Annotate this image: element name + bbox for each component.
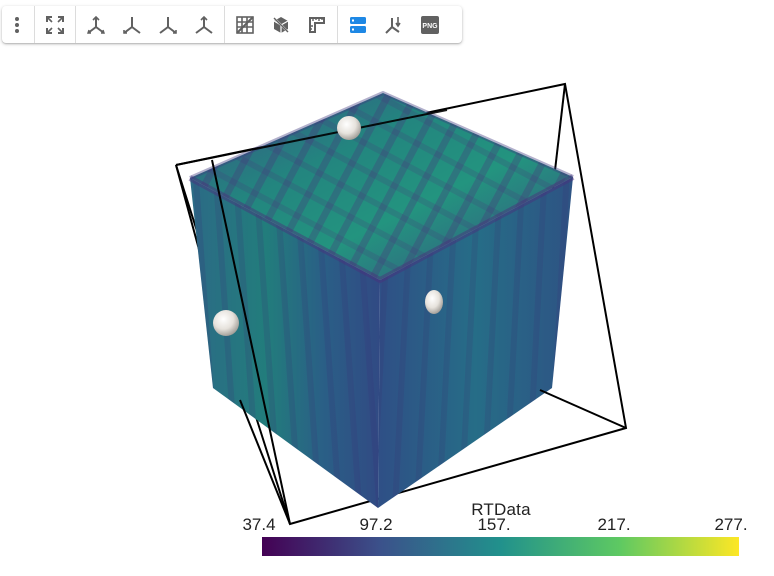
cube-icon — [272, 15, 290, 34]
ruler-icon — [309, 16, 325, 33]
colorbar-tick-label: 157. — [477, 515, 511, 534]
toolbar-divider — [337, 6, 338, 43]
orientation-axes-button[interactable] — [379, 10, 409, 40]
colorbar-icon — [350, 16, 366, 33]
widget-sphere-right — [425, 290, 443, 314]
view-y-minus-button[interactable] — [189, 10, 219, 40]
toggle-ruler-button[interactable] — [302, 10, 332, 40]
png-label: PNG — [422, 23, 438, 30]
view-toolbar: PNG — [2, 6, 462, 43]
view-x-minus-button[interactable] — [117, 10, 147, 40]
colorbar-tick-label: 277. — [714, 515, 748, 534]
fullscreen-arrows-icon — [46, 15, 64, 34]
toggle-outline-button[interactable] — [266, 10, 296, 40]
view-y-plus-button[interactable] — [153, 10, 183, 40]
colorbar-tick-label: 217. — [597, 515, 631, 534]
toolbar-divider — [34, 6, 35, 43]
colorbar-tick-label: 97.2 — [359, 515, 393, 534]
toggle-grid-button[interactable] — [230, 10, 260, 40]
render-view[interactable] — [0, 0, 774, 576]
png-icon: PNG — [421, 15, 439, 34]
vertical-dots-icon — [15, 16, 19, 33]
screenshot-png-button[interactable]: PNG — [415, 10, 445, 40]
widget-sphere-left — [213, 310, 239, 336]
view-x-plus-button[interactable] — [81, 10, 111, 40]
axis-triad-icon — [159, 16, 177, 34]
widget-sphere-top — [337, 116, 361, 140]
axis-triad-icon — [87, 15, 105, 34]
grid-icon — [236, 15, 254, 34]
colorbar-gradient — [262, 537, 739, 556]
toggle-colorbar-button[interactable] — [343, 10, 373, 40]
menu-button[interactable] — [5, 10, 29, 40]
axis-triad-icon — [123, 16, 141, 34]
colorbar-tick-label: 37.4 — [242, 515, 276, 534]
axes-arrow-icon — [385, 16, 401, 34]
toolbar-divider — [75, 6, 76, 43]
reset-camera-button[interactable] — [40, 10, 70, 40]
toolbar-divider — [224, 6, 225, 43]
rtdata-volume-cube — [188, 90, 575, 508]
axis-triad-icon — [195, 15, 213, 34]
